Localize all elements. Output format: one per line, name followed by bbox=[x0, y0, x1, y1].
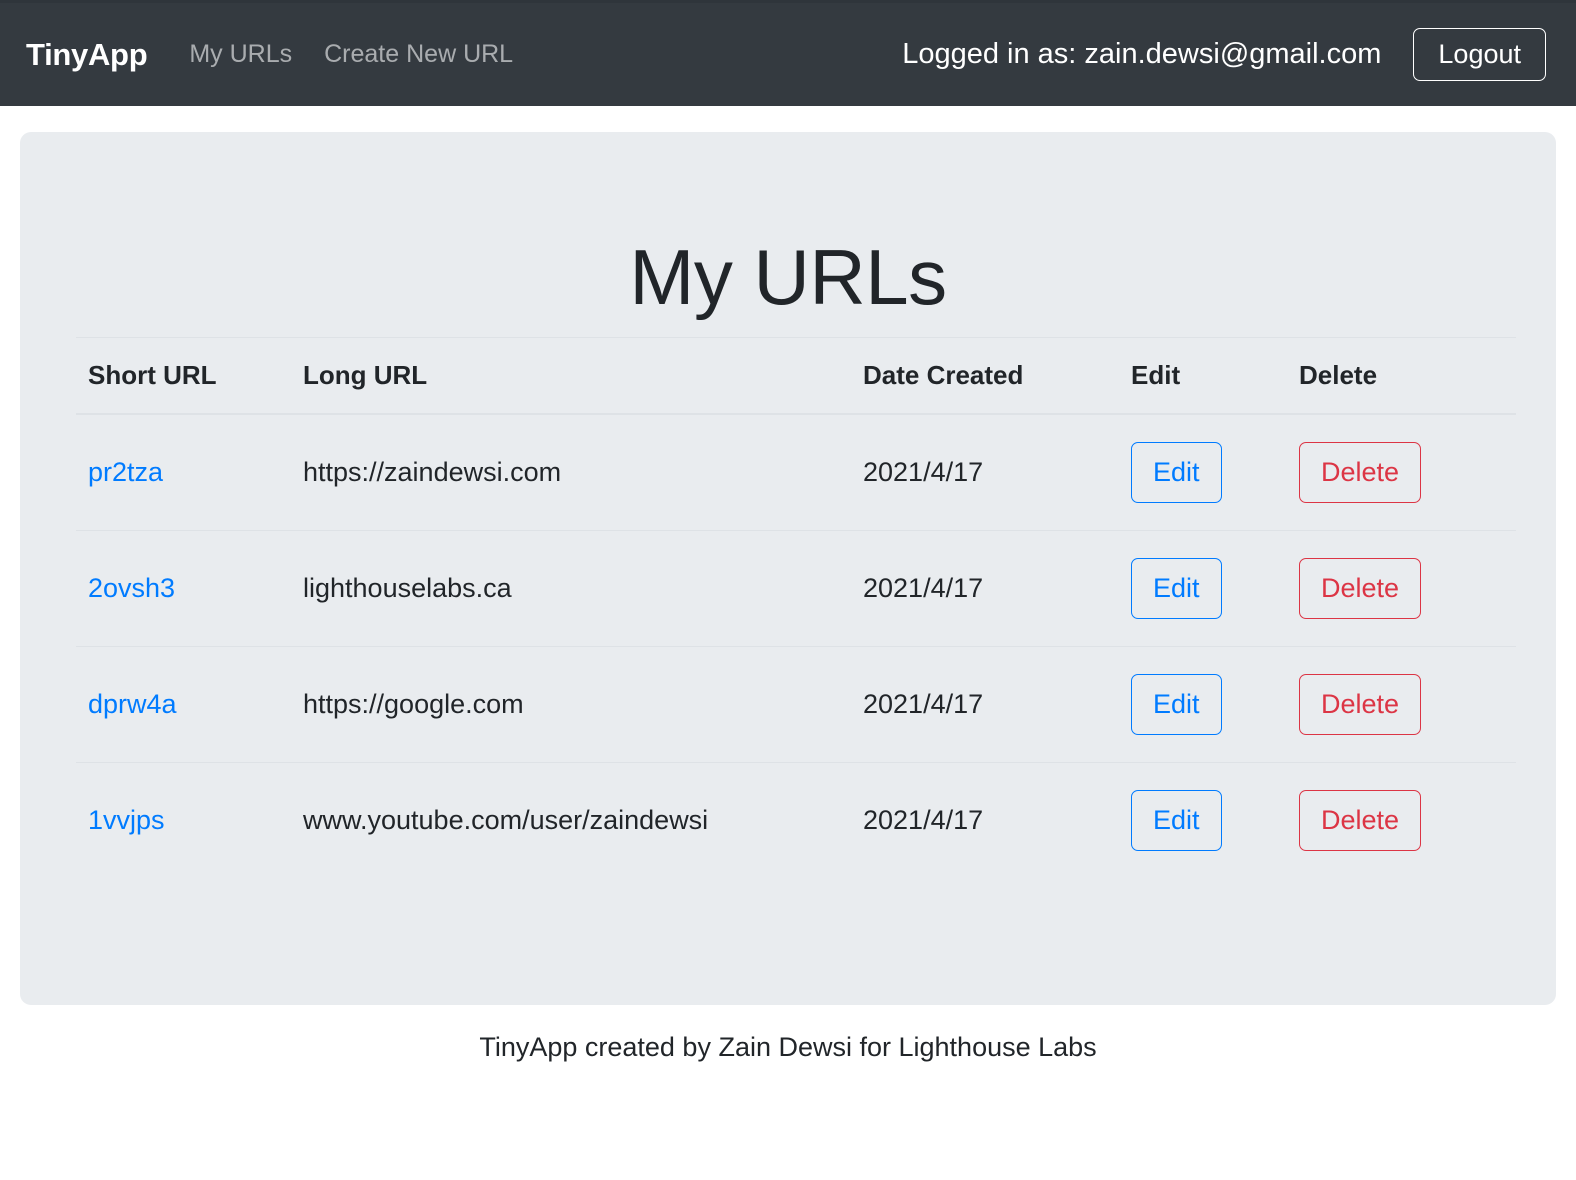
nav-link-create-new-url[interactable]: Create New URL bbox=[324, 40, 513, 69]
navbar: TinyApp My URLs Create New URL Logged in… bbox=[0, 0, 1576, 106]
table-row: 1vvjps www.youtube.com/user/zaindewsi 20… bbox=[76, 762, 1516, 878]
cell-long-url: https://zaindewsi.com bbox=[291, 413, 851, 531]
column-header-short-url: Short URL bbox=[76, 337, 291, 415]
urls-table-container: Short URL Long URL Date Created Edit Del… bbox=[76, 337, 1516, 878]
footer-text: TinyApp created by Zain Dewsi for Lighth… bbox=[479, 1032, 1097, 1062]
nav-link-my-urls[interactable]: My URLs bbox=[189, 40, 292, 69]
cell-edit: Edit bbox=[1119, 646, 1287, 763]
urls-table: Short URL Long URL Date Created Edit Del… bbox=[76, 337, 1516, 878]
column-header-delete: Delete bbox=[1287, 337, 1516, 415]
edit-button[interactable]: Edit bbox=[1131, 442, 1222, 503]
page-root: TinyApp My URLs Create New URL Logged in… bbox=[0, 0, 1576, 1180]
cell-delete: Delete bbox=[1287, 413, 1516, 531]
cell-short-url: 1vvjps bbox=[76, 762, 291, 878]
cell-date-created: 2021/4/17 bbox=[851, 762, 1119, 878]
column-header-edit: Edit bbox=[1119, 337, 1287, 415]
edit-button[interactable]: Edit bbox=[1131, 674, 1222, 735]
delete-button[interactable]: Delete bbox=[1299, 558, 1422, 619]
table-body: pr2tza https://zaindewsi.com 2021/4/17 E… bbox=[76, 413, 1516, 878]
cell-short-url: 2ovsh3 bbox=[76, 530, 291, 647]
navbar-links: My URLs Create New URL bbox=[189, 40, 513, 69]
urls-card: My URLs Short URL Long URL Date Created … bbox=[20, 132, 1556, 1005]
logged-in-status: Logged in as: zain.dewsi@gmail.com bbox=[902, 38, 1382, 70]
edit-button[interactable]: Edit bbox=[1131, 558, 1222, 619]
short-url-link[interactable]: 2ovsh3 bbox=[88, 573, 175, 603]
page-title: My URLs bbox=[629, 233, 947, 321]
cell-long-url: www.youtube.com/user/zaindewsi bbox=[291, 762, 851, 878]
cell-edit: Edit bbox=[1119, 762, 1287, 878]
cell-edit: Edit bbox=[1119, 413, 1287, 531]
column-header-long-url: Long URL bbox=[291, 337, 851, 415]
short-url-link[interactable]: dprw4a bbox=[88, 689, 177, 719]
cell-long-url: lighthouselabs.ca bbox=[291, 530, 851, 647]
edit-button[interactable]: Edit bbox=[1131, 790, 1222, 851]
cell-date-created: 2021/4/17 bbox=[851, 530, 1119, 647]
cell-date-created: 2021/4/17 bbox=[851, 646, 1119, 763]
cell-long-url: https://google.com bbox=[291, 646, 851, 763]
navbar-brand[interactable]: TinyApp bbox=[26, 37, 148, 73]
table-row: pr2tza https://zaindewsi.com 2021/4/17 E… bbox=[76, 413, 1516, 531]
cell-delete: Delete bbox=[1287, 762, 1516, 878]
navbar-right: Logged in as: zain.dewsi@gmail.com Logou… bbox=[902, 28, 1546, 81]
cell-delete: Delete bbox=[1287, 646, 1516, 763]
short-url-link[interactable]: 1vvjps bbox=[88, 805, 165, 835]
cell-edit: Edit bbox=[1119, 530, 1287, 647]
cell-short-url: dprw4a bbox=[76, 646, 291, 763]
logout-button[interactable]: Logout bbox=[1413, 28, 1546, 81]
cell-short-url: pr2tza bbox=[76, 413, 291, 531]
column-header-date-created: Date Created bbox=[851, 337, 1119, 415]
cell-date-created: 2021/4/17 bbox=[851, 413, 1119, 531]
cell-delete: Delete bbox=[1287, 530, 1516, 647]
short-url-link[interactable]: pr2tza bbox=[88, 457, 163, 487]
table-row: dprw4a https://google.com 2021/4/17 Edit… bbox=[76, 646, 1516, 763]
table-header-row: Short URL Long URL Date Created Edit Del… bbox=[76, 337, 1516, 415]
delete-button[interactable]: Delete bbox=[1299, 790, 1422, 851]
delete-button[interactable]: Delete bbox=[1299, 674, 1422, 735]
table-header: Short URL Long URL Date Created Edit Del… bbox=[76, 337, 1516, 415]
table-row: 2ovsh3 lighthouselabs.ca 2021/4/17 Edit … bbox=[76, 530, 1516, 647]
delete-button[interactable]: Delete bbox=[1299, 442, 1422, 503]
